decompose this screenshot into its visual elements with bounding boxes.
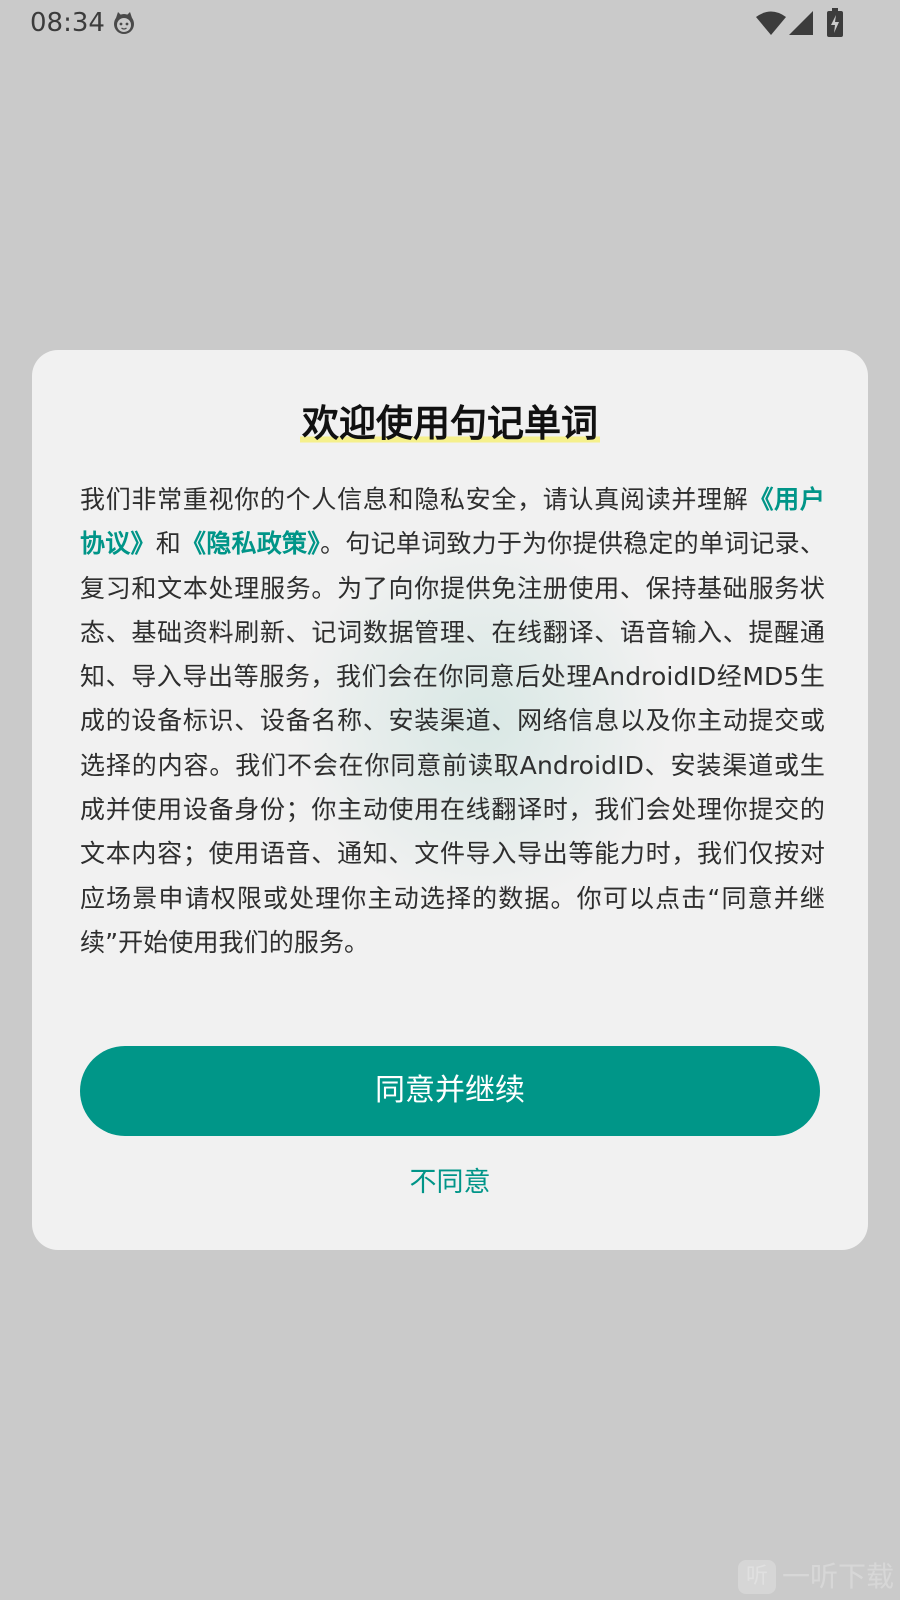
battery-charging-icon [827, 8, 843, 37]
watermark-logo-icon: 听 [738, 1560, 776, 1594]
body-rest-text: 。句记单词致力于为你提供稳定的单词记录、复习和文本处理服务。为了向你提供免注册使… [80, 529, 825, 957]
watermark: 听 一听下载 [738, 1558, 898, 1598]
wifi-icon [756, 11, 786, 35]
status-bar: 08:34 [0, 0, 900, 46]
dialog-body-text: 我们非常重视你的个人信息和隐私安全，请认真阅读并理解《用户协议》和《隐私政策》。… [80, 478, 825, 965]
status-time: 08:34 [30, 8, 105, 38]
privacy-policy-link[interactable]: 《隐私政策》 [181, 529, 320, 558]
dialog-title: 欢迎使用句记单词 [300, 402, 600, 446]
watermark-text: 一听下载 [782, 1560, 895, 1593]
agree-continue-button[interactable]: 同意并继续 [80, 1046, 820, 1136]
body-and-text: 和 [155, 529, 182, 559]
cellular-signal-icon [789, 11, 813, 35]
privacy-consent-dialog: 欢迎使用句记单词 我们非常重视你的个人信息和隐私安全，请认真阅读并理解《用户协议… [32, 350, 868, 1250]
body-intro-text: 我们非常重视你的个人信息和隐私安全，请认真阅读并理解 [80, 485, 749, 514]
cat-face-icon [114, 12, 134, 34]
dialog-title-container: 欢迎使用句记单词 [32, 402, 868, 446]
disagree-button[interactable]: 不同意 [350, 1158, 550, 1208]
